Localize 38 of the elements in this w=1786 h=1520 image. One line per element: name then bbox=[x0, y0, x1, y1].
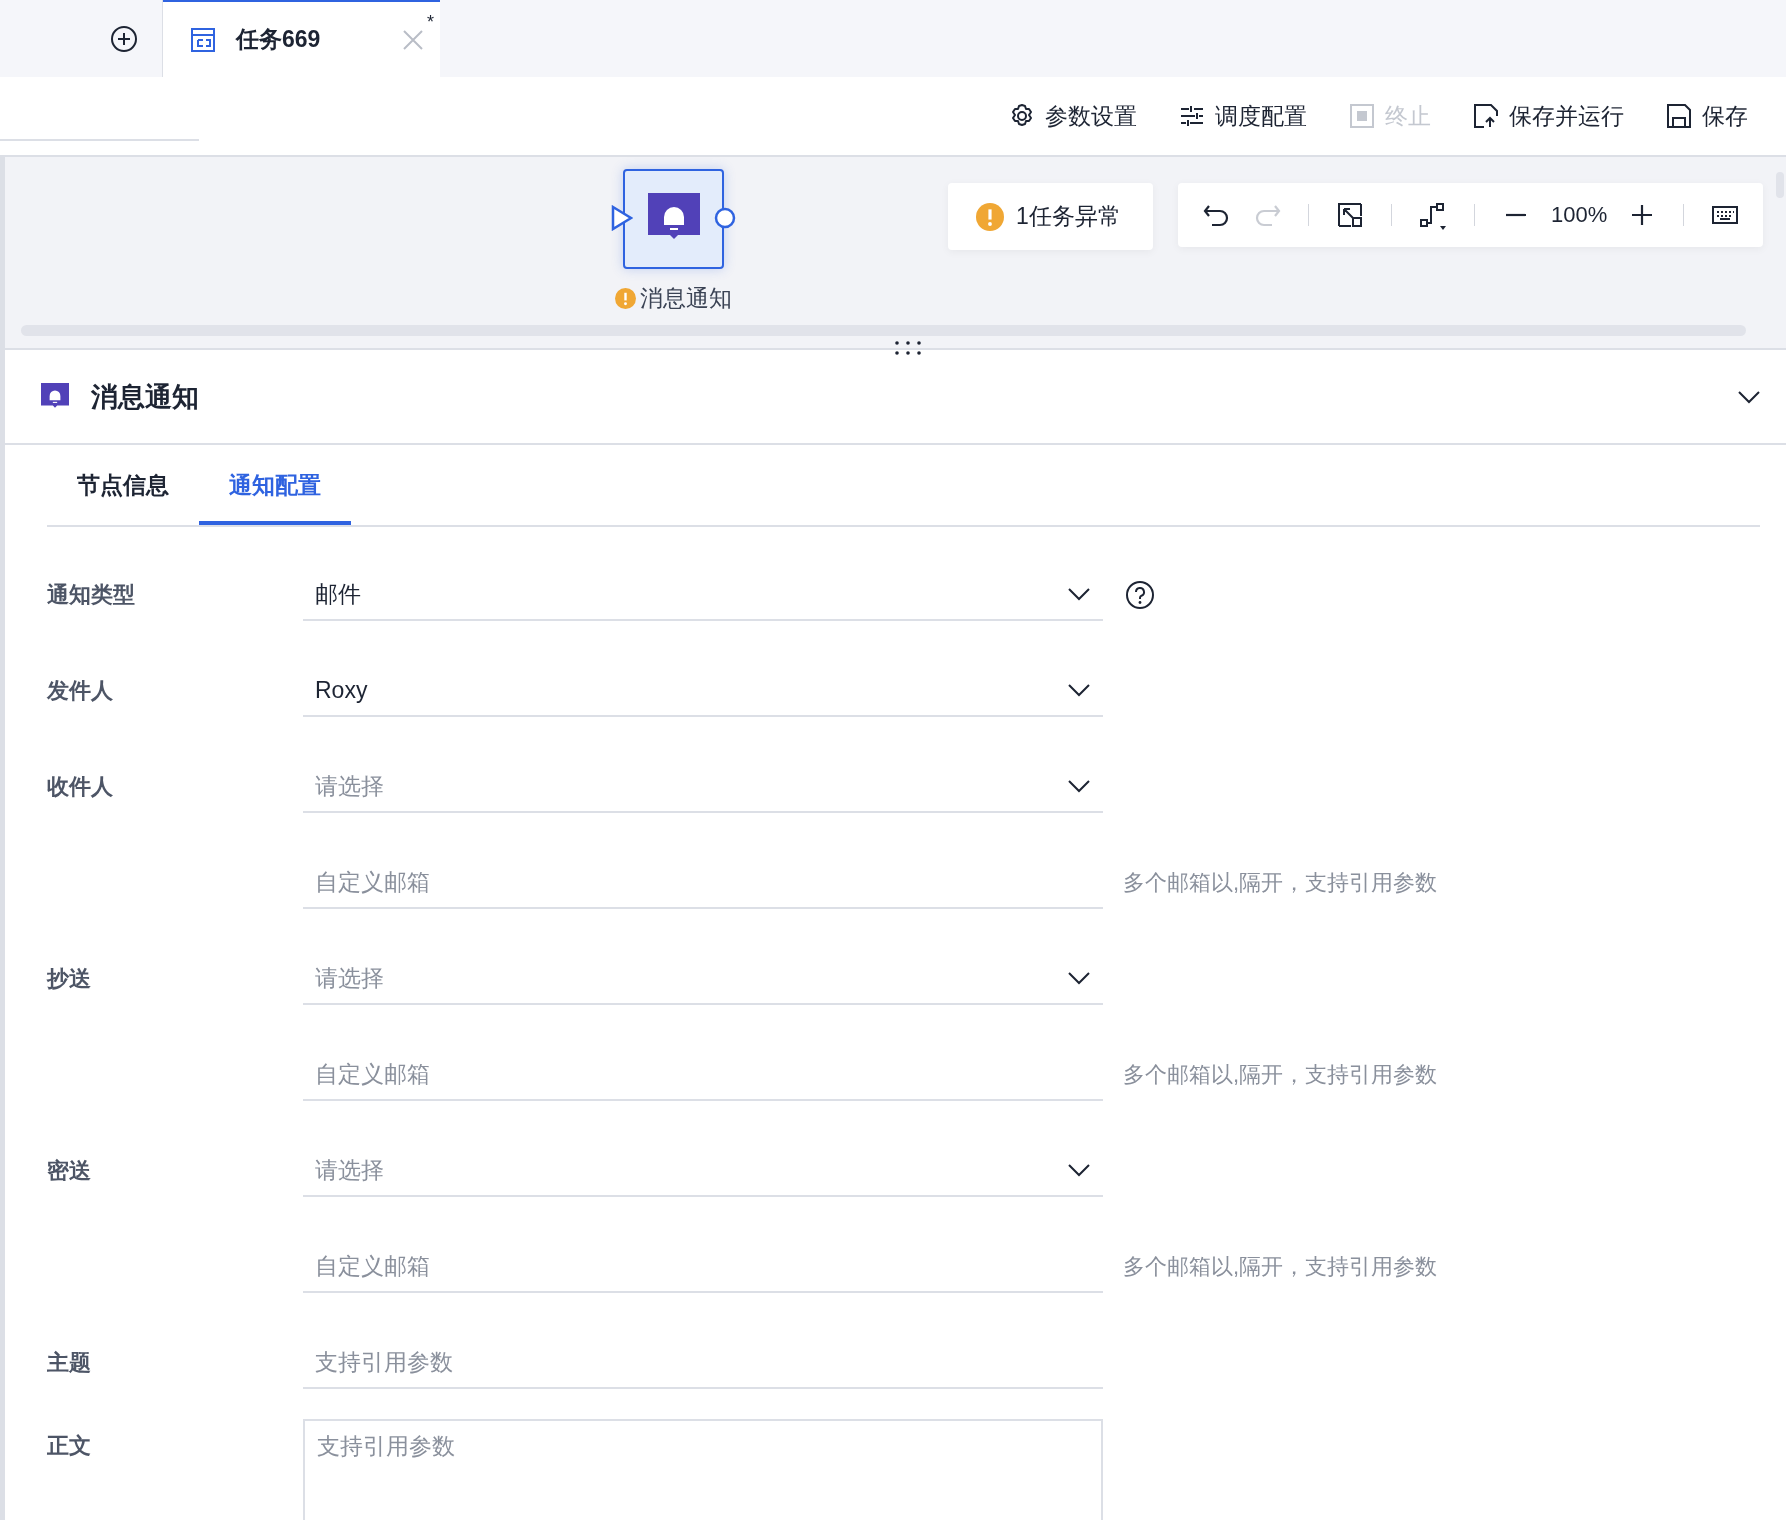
tab[interactable]: 通知配置 bbox=[199, 445, 351, 525]
settings-icon bbox=[1009, 103, 1035, 129]
toolbar-button[interactable]: 调度配置 bbox=[1179, 100, 1307, 132]
text-area[interactable]: 支持引用参数 bbox=[303, 1419, 1103, 1520]
field-hint: 多个邮箱以,隔开，支持引用参数 bbox=[1123, 869, 1438, 897]
toolbar-button[interactable]: 保存 bbox=[1666, 100, 1748, 132]
help-icon[interactable] bbox=[1125, 580, 1155, 610]
toolbar-button[interactable]: 参数设置 bbox=[1009, 100, 1137, 132]
panel-title: 消息通知 bbox=[91, 380, 200, 414]
connector-icon[interactable] bbox=[1418, 200, 1448, 230]
input-port-icon[interactable] bbox=[611, 205, 633, 231]
field-label: 主题 bbox=[47, 1350, 91, 1375]
file-tab[interactable]: 任务669 * bbox=[163, 0, 440, 77]
field-hint: 多个邮箱以,隔开，支持引用参数 bbox=[1123, 1253, 1438, 1281]
alert-badge[interactable]: 1任务异常 bbox=[948, 183, 1153, 250]
field-label: 密送 bbox=[47, 1158, 91, 1183]
save-icon bbox=[1666, 103, 1692, 129]
add-icon bbox=[110, 24, 138, 53]
toolbar-button[interactable]: 保存并运行 bbox=[1473, 100, 1624, 132]
tab-title: 任务669 bbox=[236, 25, 322, 54]
flow-node[interactable] bbox=[623, 169, 724, 269]
stop-icon bbox=[1349, 103, 1375, 129]
sliders-icon bbox=[1179, 103, 1205, 129]
tab[interactable]: 节点信息 bbox=[47, 445, 199, 525]
node-label: 消息通知 bbox=[640, 284, 732, 313]
field-label: 通知类型 bbox=[47, 582, 135, 607]
drag-handle-icon[interactable] bbox=[893, 339, 923, 357]
document-icon bbox=[190, 26, 216, 53]
field-label: 正文 bbox=[47, 1433, 91, 1458]
field-label: 收件人 bbox=[47, 774, 113, 799]
field-label: 发件人 bbox=[47, 678, 113, 703]
fit-view-icon[interactable] bbox=[1335, 200, 1365, 230]
output-port-icon[interactable] bbox=[714, 207, 736, 229]
field-label: 抄送 bbox=[47, 966, 91, 991]
save-run-icon bbox=[1473, 103, 1499, 129]
zoom-level: 100% bbox=[1551, 202, 1608, 228]
unsaved-mark: * bbox=[427, 12, 434, 33]
field-hint: 多个邮箱以,隔开，支持引用参数 bbox=[1123, 1061, 1438, 1089]
